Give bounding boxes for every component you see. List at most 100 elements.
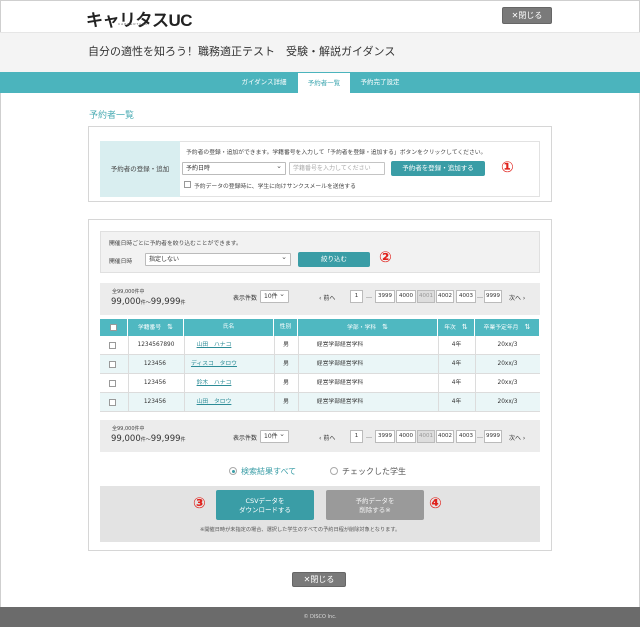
page-4000-bottom[interactable]: 4000 [396, 430, 416, 443]
page-4003-bottom[interactable]: 4003 [456, 430, 476, 443]
prev-page-link[interactable]: ‹ 前へ [319, 293, 335, 302]
next-page-link[interactable]: 次へ › [509, 293, 525, 302]
page-1[interactable]: 1 [350, 290, 363, 303]
cell-department: 経営学部経営学科 [316, 361, 364, 367]
close-button-bottom[interactable]: ✕閉じる [292, 572, 346, 587]
filter-button[interactable]: 絞り込む [298, 252, 370, 267]
page-4000[interactable]: 4000 [396, 290, 416, 303]
annotation-badge-3: ③ [193, 494, 206, 512]
cell-student-id: 123456 [143, 361, 166, 367]
row-checkbox[interactable] [109, 380, 116, 387]
page-4003[interactable]: 4003 [456, 290, 476, 303]
delete-reservation-button[interactable]: 予約データを 削除する※ [326, 490, 424, 520]
header-year[interactable]: 年次 [438, 319, 475, 336]
csv-download-button[interactable]: CSVデータを ダウンロードする [216, 490, 314, 520]
tab-guidance-details[interactable]: ガイダンス詳細 [232, 72, 296, 93]
range-count-bottom: 99,000件～99,999件 [111, 434, 186, 444]
page-current: 4001 [417, 290, 435, 303]
per-page-label-bottom: 表示件数 [233, 435, 258, 442]
delete-note: ※開催日時が未指定の場合、選択した学生のすべての予約日程が削除対象となります。 [200, 527, 401, 533]
radio-checked-students-label[interactable]: チェックした学生 [342, 466, 406, 477]
page-3999-bottom[interactable]: 3999 [375, 430, 395, 443]
thanks-mail-checkbox[interactable] [184, 181, 191, 188]
annotation-badge-4: ④ [429, 494, 442, 512]
radio-all-results[interactable] [229, 467, 237, 475]
column-divider [274, 336, 275, 412]
page-1-bottom[interactable]: 1 [350, 430, 363, 443]
prev-page-link-bottom[interactable]: ‹ 前へ [319, 433, 335, 442]
cell-graduation: 20xx/3 [497, 399, 518, 405]
page-4002[interactable]: 4002 [436, 290, 454, 303]
student-id-input[interactable]: 学籍番号を入力してください [289, 162, 385, 175]
table-row: 123456 ディスコ タロウ 男 経営学部経営学科 4年 20xx/3 [100, 355, 540, 374]
cell-department: 経営学部経営学科 [316, 342, 364, 348]
row-checkbox[interactable] [109, 399, 116, 406]
cell-year: 4年 [451, 380, 462, 386]
radio-checked-students[interactable] [330, 467, 338, 475]
next-page-link-bottom[interactable]: 次へ › [509, 433, 525, 442]
filter-date-select[interactable]: 指定しない [145, 252, 291, 266]
header-name: 氏名 [184, 319, 274, 336]
thanks-mail-label: 予約データの登録時に、学生に向けサンクスメールを送信する [194, 184, 356, 190]
registration-hint: 予約者の登録・追加ができます。学籍番号を入力して「予約者を登録・追加する」ボタン… [186, 150, 487, 156]
column-divider [184, 336, 185, 412]
per-page-select-bottom[interactable]: 10件 [260, 429, 289, 443]
header-department[interactable]: 学部・学科 [298, 319, 438, 336]
page-current-bottom: 4001 [417, 430, 435, 443]
cell-department: 経営学部経営学科 [316, 380, 364, 386]
footer: © DISCO Inc. [0, 607, 640, 627]
cell-student-id: 123456 [143, 380, 166, 386]
cell-department: 経営学部経営学科 [316, 399, 364, 405]
cell-graduation: 20xx/3 [497, 361, 518, 367]
cell-name-link[interactable]: 山田 ハナコ [184, 336, 244, 355]
page-9999[interactable]: 9999 [484, 290, 502, 303]
cell-name-link[interactable]: 鈴木 ハナコ [184, 374, 244, 393]
cell-year: 4年 [451, 361, 462, 367]
close-button[interactable]: ✕閉じる [502, 7, 552, 24]
table-row: 123456 鈴木 ハナコ 男 経営学部経営学科 4年 20xx/3 [100, 374, 540, 393]
annotation-badge-1: ① [501, 158, 514, 176]
cell-gender: 男 [283, 342, 289, 348]
range-count: 99,000件～99,999件 [111, 297, 186, 307]
page-ellipsis: … [366, 293, 372, 300]
per-page-label: 表示件数 [233, 295, 258, 302]
cell-name-link[interactable]: 山田 タロウ [184, 393, 244, 412]
total-count: 全99,000件中 [112, 289, 145, 295]
action-panel [100, 486, 540, 542]
header-gender: 性別 [274, 319, 298, 336]
page-9999-bottom[interactable]: 9999 [484, 430, 502, 443]
table-row: 1234567890 山田 ハナコ 男 経営学部経営学科 4年 20xx/3 [100, 336, 540, 355]
cell-name-link[interactable]: ディスコ タロウ [184, 355, 244, 374]
filter-date-label: 開催日時 [109, 259, 133, 265]
header-student-id[interactable]: 学籍番号 [128, 319, 184, 336]
annotation-badge-2: ② [379, 248, 392, 266]
row-checkbox[interactable] [109, 361, 116, 368]
radio-all-results-label[interactable]: 検索結果すべて [241, 466, 296, 477]
cell-gender: 男 [283, 399, 289, 405]
column-divider [438, 336, 439, 412]
page-4002-bottom[interactable]: 4002 [436, 430, 454, 443]
column-divider [298, 336, 299, 412]
total-count-bottom: 全99,000件中 [112, 426, 145, 432]
per-page-select[interactable]: 10件 [260, 289, 289, 303]
page-ellipsis-bottom: … [366, 433, 372, 440]
tab-reservation-complete[interactable]: 予約完了設定 [352, 72, 408, 93]
header-graduation[interactable]: 卒業予定年月 [475, 319, 540, 336]
logo: キャリタスUC CAREERTASU [86, 11, 193, 30]
reservation-date-select[interactable]: 予約日時 [182, 161, 286, 175]
tab-reservation-list[interactable]: 予約者一覧 [298, 73, 350, 93]
page-3999[interactable]: 3999 [375, 290, 395, 303]
page-title: 自分の適性を知ろう！職務適正テスト 受験・解説ガイダンス [88, 45, 396, 58]
cell-graduation: 20xx/3 [497, 342, 518, 348]
page-ellipsis-2: … [477, 293, 483, 300]
cell-year: 4年 [451, 399, 462, 405]
register-reservation-button[interactable]: 予約者を登録・追加する [391, 161, 485, 176]
section-title: 予約者一覧 [89, 111, 135, 121]
table-row: 123456 山田 タロウ 男 経営学部経営学科 4年 20xx/3 [100, 393, 540, 412]
cell-student-id: 123456 [143, 399, 166, 405]
column-divider [475, 336, 476, 412]
row-checkbox[interactable] [109, 342, 116, 349]
filter-hint: 開催日時ごとに予約者を絞り込むことができます。 [109, 241, 242, 247]
cell-graduation: 20xx/3 [497, 380, 518, 386]
select-all-checkbox[interactable] [110, 324, 117, 331]
